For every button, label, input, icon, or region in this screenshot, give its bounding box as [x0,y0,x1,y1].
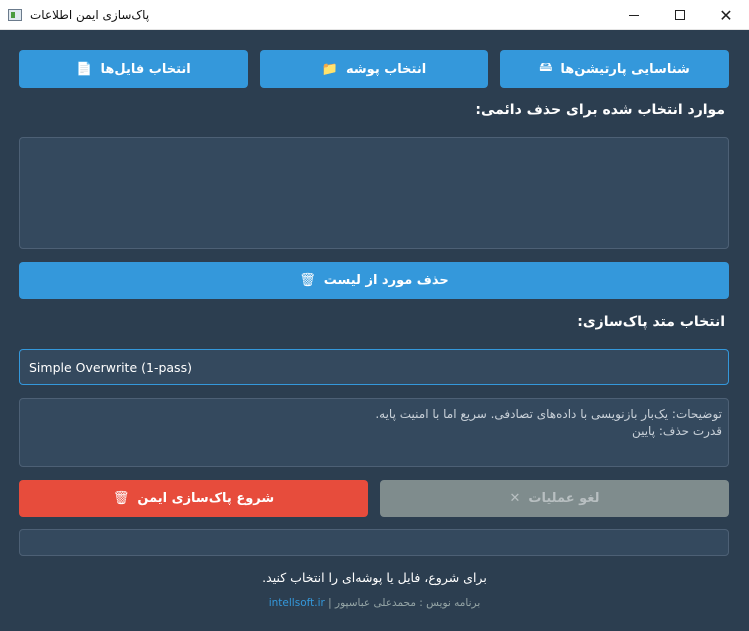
trash-icon: 🗑 [112,491,130,506]
maximize-button[interactable] [657,0,703,30]
folder-icon: 📁 [321,61,338,77]
wipe-method-select[interactable]: Simple Overwrite (1-pass) [19,349,729,385]
drive-icon: 🖴 [539,60,553,75]
selected-method: Simple Overwrite (1-pass) [29,359,192,375]
cancel-icon: ✕ [509,491,521,506]
maximize-icon [675,10,685,20]
button-label: حذف مورد از لیست [323,273,449,288]
method-heading: انتخاب متد پاک‌سازی: [577,314,725,330]
button-label: شروع پاک‌سازی ایمن [137,491,275,506]
footer-credit: برنامه نویس : محمدعلی عباسپور | intellso… [0,597,749,609]
select-folder-button[interactable]: انتخاب پوشه 📁 [260,50,488,88]
window-controls: ✕ [611,0,749,30]
method-description: توضیحات: یک‌بار بازنویسی با داده‌های تصا… [19,398,729,467]
remove-item-button[interactable]: حذف مورد از لیست 🗑 [19,262,729,299]
close-icon: ✕ [719,5,733,25]
title-bar: پاک‌سازی ایمن اطلاعات ✕ [0,0,749,30]
cancel-operation-button[interactable]: لغو عملیات ✕ [380,480,729,517]
trash-icon: 🗑 [299,273,316,288]
selected-items-list[interactable] [19,137,729,249]
button-label: انتخاب پوشه [346,61,427,77]
start-wipe-button[interactable]: شروع پاک‌سازی ایمن 🗑 [19,480,368,517]
minimize-icon [629,14,639,16]
select-files-button[interactable]: انتخاب فایل‌ها 📄 [19,50,248,88]
close-button[interactable]: ✕ [703,0,749,30]
minimize-button[interactable] [611,0,657,30]
credit-text: برنامه نویس : محمدعلی عباسپور | [328,597,481,609]
button-label: لغو عملیات [528,491,600,506]
status-text: برای شروع، فایل یا پوشه‌ای را انتخاب کنی… [262,570,487,585]
description-text: توضیحات: یک‌بار بازنویسی با داده‌های تصا… [375,407,722,421]
identify-partitions-button[interactable]: شناسایی پارتیشن‌ها 🖴 [500,50,729,88]
strength-text: قدرت حذف: پایین [631,424,722,438]
selected-items-heading: موارد انتخاب شده برای حذف دائمی: [475,102,725,118]
app-icon [8,8,22,21]
window-title: پاک‌سازی ایمن اطلاعات [30,7,150,22]
file-icon: 📄 [76,61,93,77]
button-label: انتخاب فایل‌ها [100,61,191,77]
button-label: شناسایی پارتیشن‌ها [560,61,690,77]
progress-bar [19,529,729,556]
website-link[interactable]: intellsoft.ir [269,597,325,609]
